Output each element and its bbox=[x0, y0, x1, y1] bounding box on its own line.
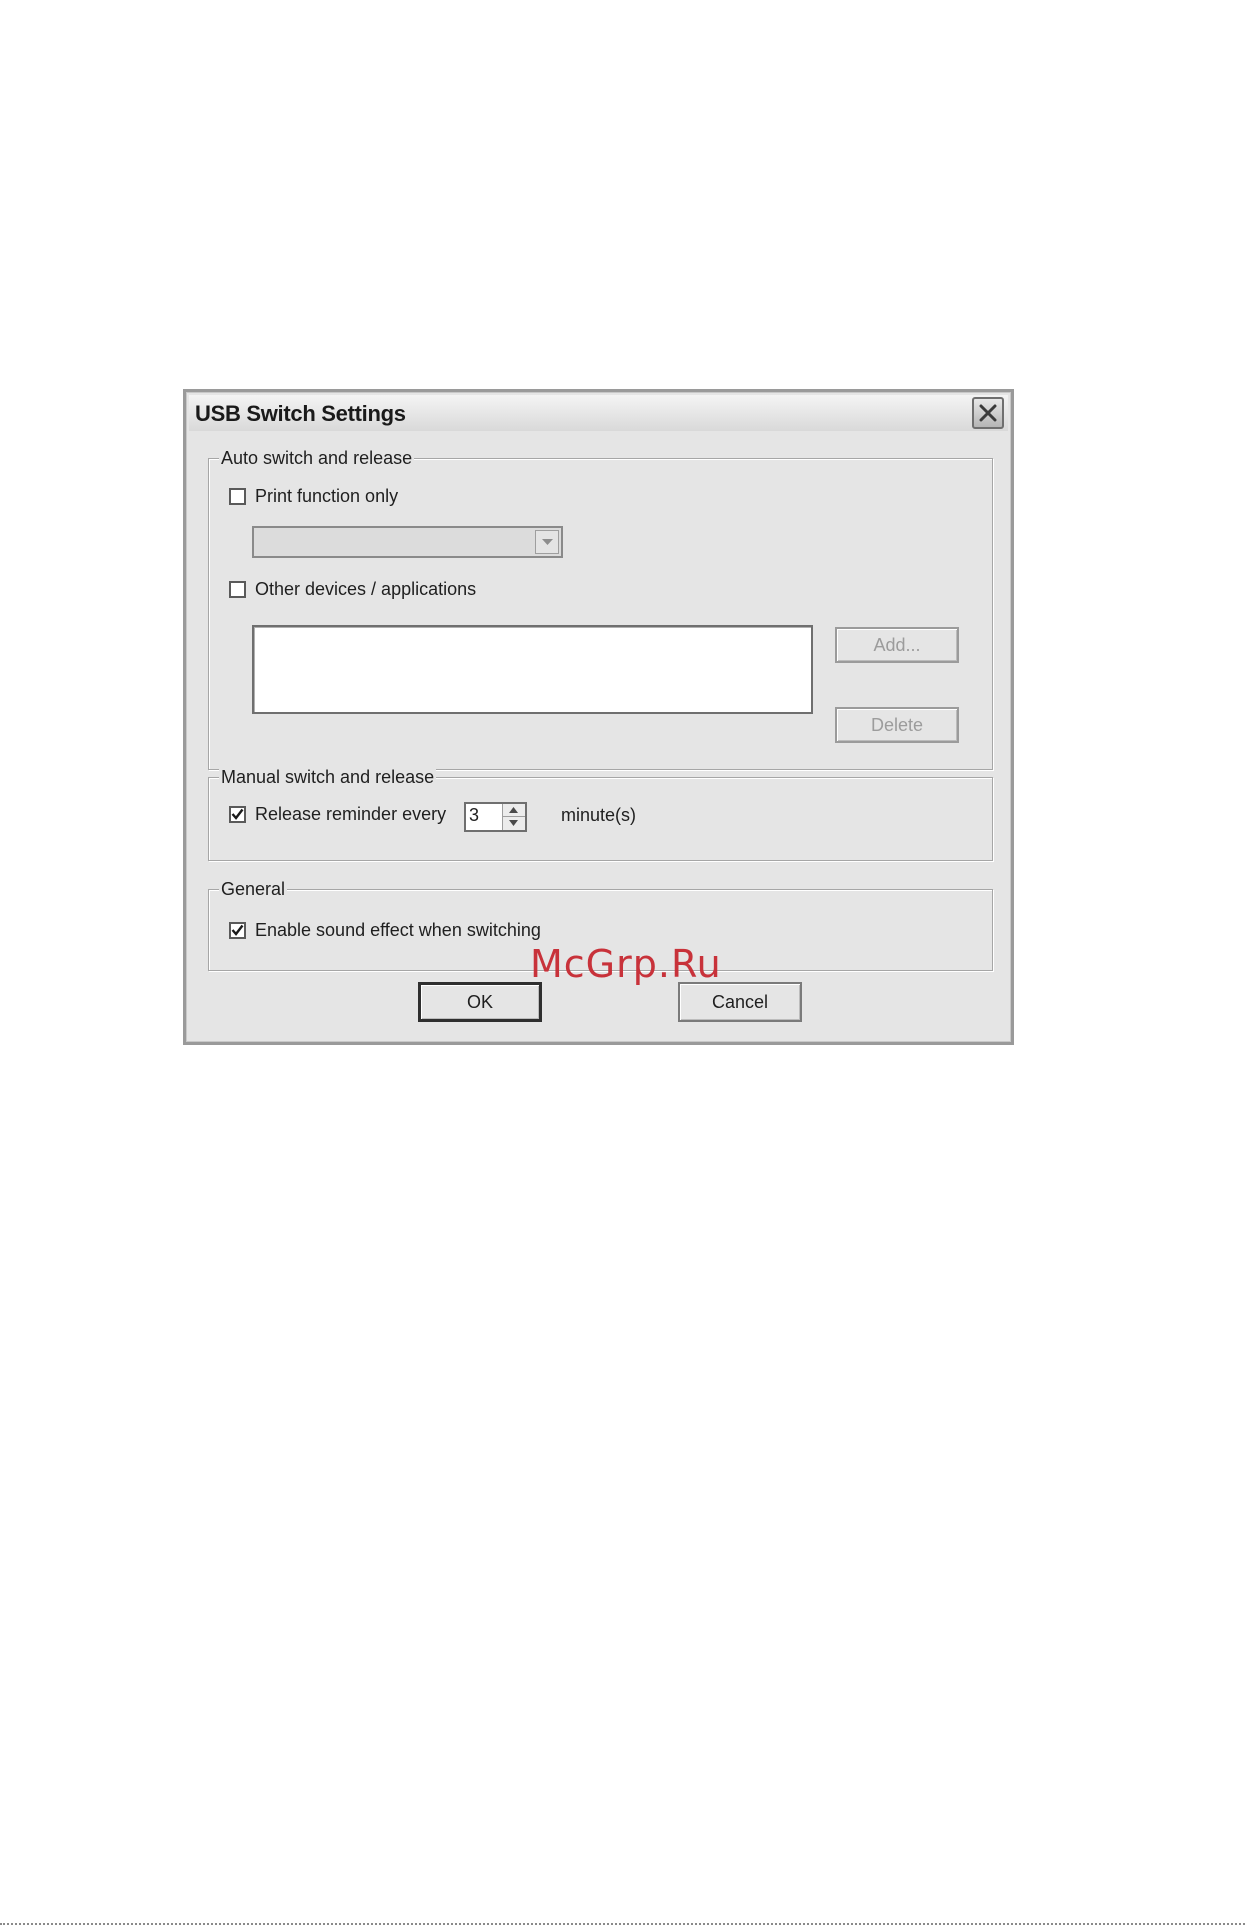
arrow-down-icon bbox=[509, 820, 518, 826]
checkmark-icon bbox=[231, 924, 244, 936]
page-divider bbox=[0, 1923, 1245, 1925]
reminder-interval-value[interactable]: 3 bbox=[469, 805, 479, 826]
title-bar[interactable]: USB Switch Settings bbox=[189, 395, 1008, 431]
release-reminder-checkbox[interactable] bbox=[229, 805, 246, 823]
other-devices-label: Other devices / applications bbox=[255, 578, 477, 599]
cancel-button[interactable]: Cancel bbox=[678, 982, 802, 1022]
device-list[interactable] bbox=[252, 625, 813, 714]
chevron-down-icon bbox=[542, 539, 553, 545]
other-devices-option[interactable]: Other devices / applications bbox=[229, 578, 476, 600]
spin-down-button[interactable] bbox=[503, 817, 525, 830]
close-icon bbox=[979, 404, 997, 422]
sound-effect-option[interactable]: Enable sound effect when switching bbox=[229, 919, 541, 941]
general-legend: General bbox=[219, 879, 288, 899]
manual-switch-group: Manual switch and release Release remind… bbox=[208, 767, 993, 861]
other-devices-checkbox[interactable] bbox=[229, 580, 246, 598]
release-reminder-option[interactable]: Release reminder every bbox=[229, 803, 446, 825]
release-reminder-label: Release reminder every bbox=[255, 803, 447, 824]
print-function-only-checkbox[interactable] bbox=[229, 487, 246, 505]
spinner-buttons bbox=[502, 804, 525, 830]
sound-effect-checkbox[interactable] bbox=[229, 921, 246, 939]
spin-up-button[interactable] bbox=[503, 804, 525, 817]
close-button[interactable] bbox=[972, 397, 1004, 429]
auto-switch-legend: Auto switch and release bbox=[219, 448, 415, 468]
manual-switch-legend: Manual switch and release bbox=[219, 767, 437, 787]
watermark-logo: McGrp.Ru bbox=[530, 942, 722, 986]
delete-button[interactable]: Delete bbox=[835, 707, 959, 743]
ok-button[interactable]: OK bbox=[418, 982, 542, 1022]
dialog-title: USB Switch Settings bbox=[195, 401, 406, 426]
printer-select-dropdown-button[interactable] bbox=[535, 530, 559, 554]
reminder-interval-spinner[interactable]: 3 bbox=[464, 802, 527, 832]
checkmark-icon bbox=[231, 808, 244, 820]
print-function-only-label: Print function only bbox=[255, 485, 399, 506]
add-button[interactable]: Add... bbox=[835, 627, 959, 663]
auto-switch-group: Auto switch and release Print function o… bbox=[208, 448, 993, 770]
sound-effect-label: Enable sound effect when switching bbox=[255, 919, 541, 940]
printer-select[interactable] bbox=[252, 526, 563, 558]
arrow-up-icon bbox=[509, 807, 518, 813]
print-function-only-option[interactable]: Print function only bbox=[229, 485, 398, 507]
minutes-unit-label: minute(s) bbox=[561, 805, 637, 825]
